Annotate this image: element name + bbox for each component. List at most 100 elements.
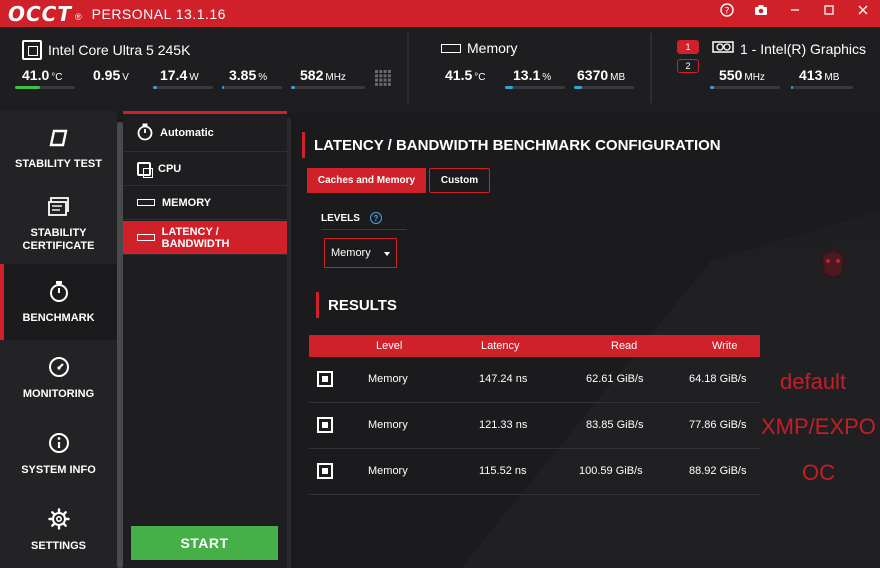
nav-stability-test[interactable]: STABILITY TEST [0, 111, 117, 187]
memory-usage-fill [505, 86, 513, 89]
gpu-icon [712, 40, 734, 57]
gpu-badge-2[interactable]: 2 [677, 59, 699, 73]
maximize-button[interactable] [812, 0, 846, 20]
cpu-clock-bar [291, 86, 365, 89]
cell-latency: 121.33 ns [479, 419, 528, 431]
separator [650, 33, 652, 103]
table-row[interactable]: Memory 121.33 ns 83.85 GiB/s 77.86 GiB/s [309, 403, 760, 449]
subnav-accent [123, 111, 287, 114]
cpu-icon [22, 40, 42, 60]
cpu-temp: 41.0 °C [22, 67, 63, 83]
column-header-read: Read [611, 340, 638, 352]
row-checkbox[interactable] [317, 463, 333, 479]
levels-dropdown[interactable]: Memory [324, 238, 397, 268]
subnav-latency-bandwidth[interactable]: LATENCY / BANDWIDTH [123, 221, 287, 255]
nav-system-info[interactable]: SYSTEM INFO [0, 416, 117, 492]
annotation-oc: OC [802, 460, 835, 485]
start-button[interactable]: START [131, 526, 278, 560]
memory-used-fill [574, 86, 582, 89]
config-title: LATENCY / BANDWIDTH BENCHMARK CONFIGURAT… [302, 132, 721, 158]
benchmark-subnav: Automatic CPU MEMORY LATENCY / BANDWIDTH… [123, 111, 287, 568]
cpu-power-fill [153, 86, 157, 89]
help-icon[interactable]: ? [710, 0, 744, 20]
cell-level: Memory [368, 419, 408, 431]
table-row[interactable]: Memory 147.24 ns 62.61 GiB/s 64.18 GiB/s [309, 357, 760, 403]
cpu-grid-icon[interactable] [375, 70, 391, 91]
cell-read: 62.61 GiB/s [586, 373, 644, 385]
row-checkbox[interactable] [317, 371, 333, 387]
memory-icon [137, 234, 155, 241]
svg-text:?: ? [725, 7, 730, 17]
info-icon [48, 432, 70, 458]
memory-name: Memory [441, 40, 518, 56]
cpu-temp-bar [15, 86, 75, 89]
main-panel: LATENCY / BANDWIDTH BENCHMARK CONFIGURAT… [291, 111, 880, 568]
stopwatch-icon [137, 123, 153, 144]
nav-stability-certificate[interactable]: STABILITY CERTIFICATE [0, 187, 117, 263]
tab-custom[interactable]: Custom [429, 168, 490, 193]
memory-temp: 41.5 °C [445, 67, 486, 83]
gpu-memory-fill [791, 86, 793, 89]
cpu-temp-fill [15, 86, 41, 89]
results-title: RESULTS [316, 292, 397, 318]
gear-icon [47, 507, 70, 534]
tab-caches-and-memory[interactable]: Caches and Memory [307, 168, 426, 193]
separator [407, 33, 409, 103]
cpu-clock: 582 MHz [300, 67, 346, 83]
gpu-clock-bar [710, 86, 780, 89]
levels-underline [321, 229, 407, 230]
cell-write: 64.18 GiB/s [689, 373, 747, 385]
minimize-button[interactable] [778, 0, 812, 20]
app-logo: OCCT [8, 1, 72, 26]
cell-read: 100.59 GiB/s [579, 465, 643, 477]
cpu-power-bar [153, 86, 213, 89]
close-button[interactable] [846, 0, 880, 20]
title-bar: OCCT ® PERSONAL 13.1.16 ? [0, 0, 880, 27]
column-header-level: Level [376, 340, 403, 352]
cpu-name: Intel Core Ultra 5 245K [22, 40, 190, 60]
cpu-voltage: 0.95 V [93, 67, 129, 83]
annotation-xmp-expo: XMP/EXPO [761, 414, 876, 439]
main-nav: STABILITY TEST STABILITY CERTIFICATE BEN… [0, 111, 117, 568]
memory-icon [137, 199, 155, 206]
cell-write: 88.92 GiB/s [689, 465, 747, 477]
camera-icon[interactable] [744, 0, 778, 20]
nav-benchmark[interactable]: BENCHMARK [0, 264, 117, 340]
subnav-cpu[interactable]: CPU [123, 152, 287, 186]
gpu-memory-bar [791, 86, 853, 89]
cell-write: 77.86 GiB/s [689, 419, 747, 431]
gpu-clock: 550 MHz [719, 67, 765, 83]
memory-used-bar [574, 86, 634, 89]
nav-settings[interactable]: SETTINGS [0, 492, 117, 568]
results-table: Level Latency Read Write Memory 147.24 n… [309, 335, 760, 495]
column-header-latency: Latency [481, 340, 520, 352]
memory-usage-bar [505, 86, 565, 89]
gpu-memory: 413 MB [799, 67, 840, 83]
nav-monitoring[interactable]: MONITORING [0, 340, 117, 416]
levels-label: LEVELS ? [321, 212, 382, 224]
cpu-load: 3.85% [229, 67, 268, 83]
gauge-icon [48, 356, 70, 382]
cell-latency: 115.52 ns [479, 465, 527, 477]
cpu-power: 17.4 W [160, 67, 199, 83]
registered-mark: ® [75, 11, 82, 22]
memory-used: 6370 MB [577, 67, 626, 83]
certificate-icon [47, 197, 70, 221]
gpu-clock-fill [710, 86, 714, 89]
annotation-default: default [780, 369, 847, 394]
stability-test-icon [49, 128, 69, 152]
table-row[interactable]: Memory 115.52 ns 100.59 GiB/s 88.92 GiB/… [309, 449, 760, 495]
row-checkbox[interactable] [317, 417, 333, 433]
cpu-load-bar [222, 86, 282, 89]
cell-read: 83.85 GiB/s [586, 419, 644, 431]
gpu-name: 1 - Intel(R) Graphics [712, 40, 866, 57]
cell-level: Memory [368, 465, 408, 477]
cpu-clock-fill [291, 86, 296, 89]
table-header: Level Latency Read Write [309, 335, 760, 357]
cell-latency: 147.24 ns [479, 373, 528, 385]
window-controls: ? [710, 0, 880, 27]
subnav-memory[interactable]: MEMORY [123, 186, 287, 220]
gpu-badge-1[interactable]: 1 [677, 40, 699, 54]
help-icon[interactable]: ? [369, 212, 382, 224]
subnav-automatic[interactable]: Automatic [123, 115, 287, 152]
